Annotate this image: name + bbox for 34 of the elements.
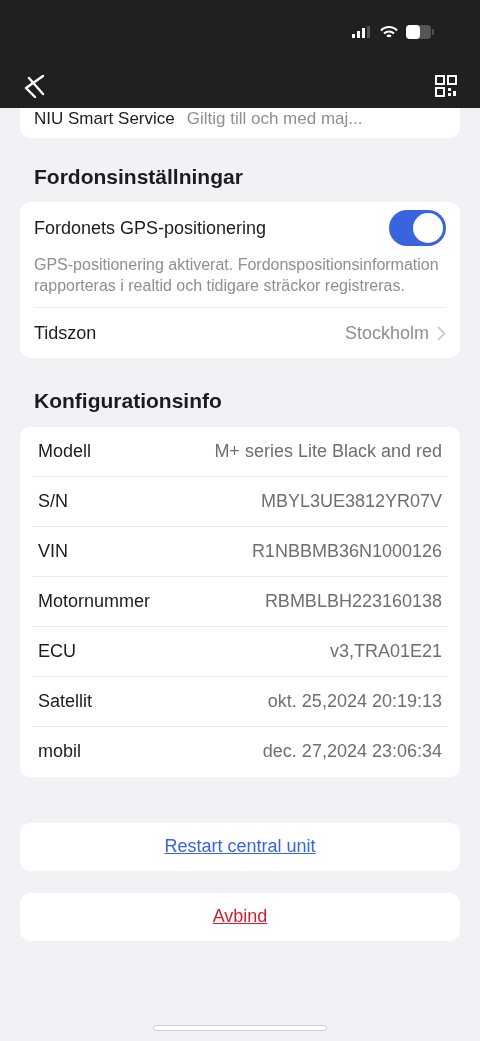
info-label: ECU [38, 639, 76, 663]
section-heading: Konfigurationsinfo [33, 388, 223, 415]
timezone-row[interactable]: Tidszon Stockholm [34, 308, 446, 359]
signal-icon [352, 26, 372, 38]
chevron-icon [437, 325, 446, 341]
service-value: Giltig till och med maj... [186, 108, 363, 130]
battery-icon [406, 25, 434, 39]
unbind-link[interactable]: Avbind [212, 903, 268, 930]
gps-toggle[interactable] [389, 210, 446, 247]
gps-label: Fordonets GPS-positionering [34, 216, 267, 240]
info-label: S/N [38, 489, 68, 513]
info-value: okt. 25,2024 20:19:13 [267, 689, 442, 713]
info-value: M+ series Lite Black and red [214, 439, 442, 463]
timezone-label: Tidszon [34, 321, 97, 345]
info-label: mobil [38, 740, 81, 763]
info-value: MBYL3UE3812YR07V [260, 489, 442, 513]
timezone-value: Stockholm [344, 321, 429, 345]
info-value: dec. 27,2024 23:06:34 [262, 740, 442, 763]
qr-code-icon [434, 74, 458, 98]
qr-code-button[interactable] [434, 74, 458, 98]
info-value: v3,TRA01E21 [329, 639, 442, 663]
info-label: Satellit [38, 689, 93, 713]
info-label: Motornummer [38, 589, 151, 613]
info-label: VIN [38, 539, 68, 563]
wifi-icon [380, 25, 398, 39]
service-row[interactable]: NIU Smart Service Giltig till och med maj... [20, 108, 460, 138]
info-label: Modell [38, 439, 92, 463]
gps-description: GPS-positionering aktiverat. Fordonspositionsinformation rapporteras i realtid och tidigare sträckor registreras. [34, 254, 446, 309]
back-icon [23, 74, 47, 98]
info-value: R1NBBMB36N1000126 [251, 539, 442, 563]
info-value: RBMBLBH223160138 [264, 589, 442, 613]
section-heading: Fordonsinställningar [33, 164, 244, 190]
service-label: NIU Smart Service [34, 108, 175, 130]
restart-link[interactable]: Restart central unit [164, 833, 316, 860]
